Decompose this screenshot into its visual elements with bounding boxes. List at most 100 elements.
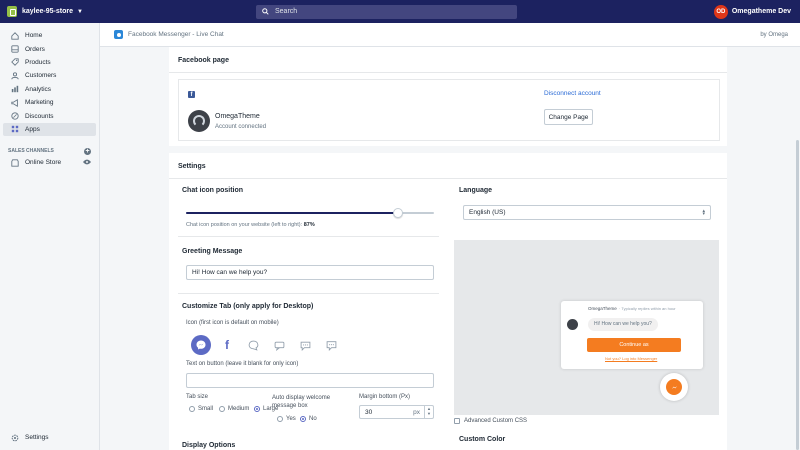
sidebar-item-settings[interactable]: Settings (3, 431, 97, 444)
divider (169, 72, 727, 73)
divider (169, 178, 727, 179)
user-menu[interactable]: OD Omegatheme Dev (713, 4, 791, 19)
messenger-app-icon (114, 30, 123, 39)
language-select[interactable]: English (US) ▴ ▾ (463, 205, 711, 220)
position-value: 87% (303, 222, 315, 228)
discounts-icon (10, 112, 19, 121)
chat-preview: OmegaTheme · Typically replies within an… (454, 240, 719, 415)
messenger-icon (196, 340, 206, 350)
language-label: Language (459, 187, 493, 194)
sidebar-item-customers[interactable]: Customers (3, 69, 96, 82)
account-status: Account connected (215, 124, 267, 130)
tab-size-label: Tab size (186, 394, 209, 400)
language-value: English (US) (469, 209, 506, 216)
radio-icon (219, 406, 225, 412)
slider-thumb[interactable] (393, 208, 404, 218)
app-content: Facebook page f Disconnect account Omega… (169, 47, 727, 450)
radio-selected-icon (254, 406, 260, 412)
add-channel-icon[interactable]: + (84, 147, 91, 155)
orders-icon (10, 45, 19, 54)
icon-option-messenger[interactable] (191, 335, 211, 355)
disconnect-account-link[interactable]: Disconnect account (544, 90, 601, 97)
icon-option-message[interactable] (269, 335, 289, 355)
chat-icon-position-slider[interactable] (186, 208, 434, 218)
scrollbar-thumb[interactable] (796, 140, 799, 450)
chat-icon-position-help: Chat icon position on your website (left… (186, 222, 315, 228)
products-icon (10, 58, 19, 67)
sidebar-item-apps[interactable]: Apps (3, 122, 96, 137)
preview-not-you-link[interactable]: Not you? Log into Messenger (605, 356, 657, 361)
radio-icon (277, 416, 283, 422)
change-page-button[interactable]: Change Page (544, 109, 593, 125)
chat-bubble-icon (248, 340, 258, 351)
facebook-f-icon: f (225, 338, 229, 352)
user-name: Omegatheme Dev (731, 8, 791, 15)
preview-greeting-bubble: Hi! How can we help you? (588, 318, 658, 331)
text-on-button-input[interactable] (186, 373, 434, 388)
avatar: OD (713, 4, 728, 19)
sidebar-item-label: Customers (25, 72, 57, 80)
sidebar-item-online-store[interactable]: Online Store (3, 156, 96, 169)
sidebar-item-label: Marketing (25, 99, 54, 107)
preview-chat-box: OmegaTheme · Typically replies within an… (561, 301, 703, 369)
slider-fill (186, 212, 399, 214)
sidebar-item-analytics[interactable]: Analytics (3, 83, 96, 96)
stepper-arrows-icon[interactable]: ▲ ▼ (424, 406, 433, 418)
sidebar-item-label: Discounts (25, 112, 54, 120)
search-bar[interactable]: Search (256, 4, 517, 19)
messenger-icon (666, 379, 682, 395)
icon-help-label: Icon (first icon is default on mobile) (186, 320, 279, 326)
advanced-css-label: Advanced Custom CSS (464, 418, 528, 424)
radio-selected-icon (300, 416, 306, 422)
sidebar-item-orders[interactable]: Orders (3, 42, 96, 55)
greeting-label: Greeting Message (182, 248, 243, 255)
sales-channels-header: SALES CHANNELS + (0, 146, 99, 156)
customers-icon (10, 71, 19, 80)
sidebar: Home Orders Products Customers Analytics… (0, 23, 100, 450)
store-switcher[interactable]: kaylee-95-store ▼ (7, 6, 256, 17)
sidebar-item-discounts[interactable]: Discounts (3, 109, 96, 122)
auto-display-no-radio[interactable]: No (300, 416, 317, 422)
sidebar-item-label: Settings (25, 434, 49, 442)
chat-icon-position-label: Chat icon position (182, 187, 244, 194)
select-arrows-icon: ▴ ▾ (702, 207, 705, 217)
eye-icon[interactable] (83, 159, 91, 167)
margin-bottom-label: Margin bottom (Px) (359, 394, 411, 400)
icon-option-facebook[interactable]: f (217, 335, 237, 355)
auto-display-yes-radio[interactable]: Yes (277, 416, 296, 422)
preview-messenger-bubble[interactable] (660, 373, 688, 401)
divider (178, 236, 439, 237)
sidebar-item-home[interactable]: Home (3, 29, 96, 42)
sidebar-item-products[interactable]: Products (3, 56, 96, 69)
greeting-input[interactable]: Hi! How can we help you? (186, 265, 434, 280)
icon-option-chat-bubble[interactable] (243, 335, 263, 355)
top-bar: kaylee-95-store ▼ Search OD Omegatheme D… (0, 0, 800, 23)
margin-bottom-input[interactable]: 30 px ▲ ▼ (359, 405, 434, 419)
advanced-css-checkbox[interactable]: Advanced Custom CSS (454, 418, 527, 424)
chevron-down-icon: ▼ (76, 8, 83, 15)
shopify-logo-icon (7, 6, 17, 17)
tab-size-medium-radio[interactable]: Medium (219, 406, 249, 412)
custom-color-label: Custom Color (459, 436, 506, 443)
radio-icon (189, 406, 195, 412)
icon-option-comment-dots[interactable] (321, 335, 341, 355)
icon-option-speech-dots[interactable] (295, 335, 315, 355)
preview-continue-button[interactable]: Continue as (587, 338, 681, 352)
divider (178, 293, 439, 294)
message-icon (274, 341, 284, 351)
text-on-button-label: Text on button (leave it blank for only … (186, 361, 299, 367)
facebook-page-heading: Facebook page (178, 57, 229, 64)
store-icon (10, 158, 19, 167)
sidebar-item-label: Apps (25, 125, 40, 133)
sidebar-item-label: Online Store (25, 159, 62, 167)
sidebar-item-marketing[interactable]: Marketing (3, 96, 96, 109)
margin-bottom-unit: px (413, 408, 420, 416)
margin-bottom-value: 30 (365, 408, 373, 416)
customize-tab-label: Customize Tab (only apply for Desktop) (182, 303, 314, 310)
analytics-icon (10, 85, 19, 94)
tab-size-small-radio[interactable]: Small (189, 406, 213, 412)
sidebar-item-label: Home (25, 32, 43, 40)
display-options-label: Display Options (182, 442, 236, 449)
marketing-icon (10, 98, 19, 107)
apps-icon (10, 125, 19, 134)
